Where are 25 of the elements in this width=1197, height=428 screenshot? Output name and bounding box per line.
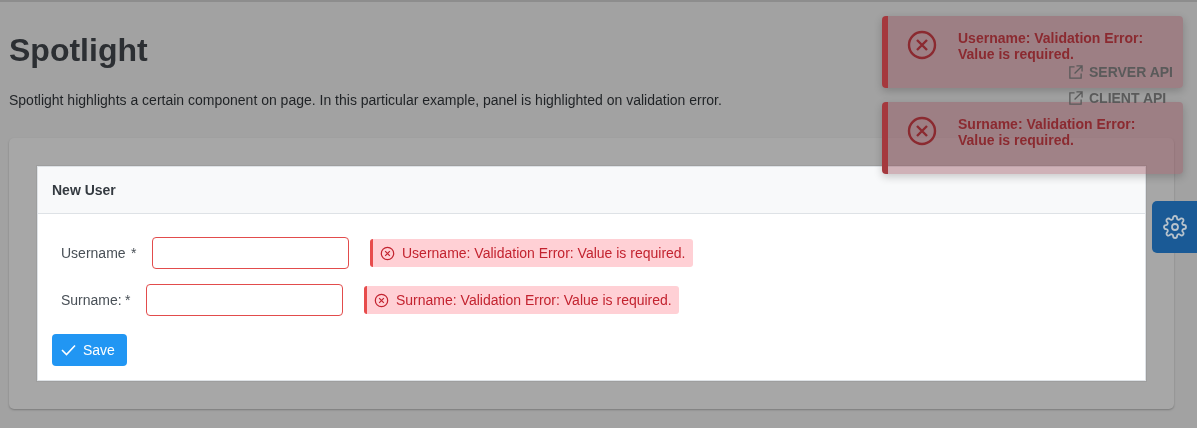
toast-text: Surname: Validation Error: Value is required.	[958, 116, 1137, 148]
settings-button[interactable]	[1152, 201, 1197, 253]
error-icon	[374, 292, 389, 308]
required-mark: *	[131, 245, 138, 261]
panel-title: New User	[52, 182, 116, 198]
save-button[interactable]: Save	[52, 334, 127, 366]
text-field[interactable]	[152, 237, 349, 269]
error-icon	[907, 30, 937, 60]
required-mark: *	[125, 292, 132, 308]
external-link-icon	[1067, 64, 1083, 80]
error-icon	[380, 245, 395, 261]
error-text: Username: Validation Error: Value is required.	[402, 245, 686, 261]
error-icon	[907, 116, 937, 146]
external-link-icon	[1067, 90, 1083, 106]
settings-icon	[1162, 215, 1187, 239]
page-title: Spotlight	[9, 32, 149, 69]
error-text: Surname: Validation Error: Value is required.	[396, 292, 672, 308]
toast-text: Username: Validation Error: Value is required.	[958, 30, 1145, 62]
field-label: Username	[61, 245, 125, 261]
field-label: Surname:	[61, 292, 119, 308]
page-description: Spotlight highlights a certain component on page. In this particular example, panel is highlighted on validation error.	[9, 92, 722, 108]
api-link[interactable]: SERVER API	[1067, 64, 1173, 80]
check-icon	[61, 344, 76, 356]
api-link[interactable]: CLIENT API	[1067, 90, 1173, 106]
text-field[interactable]	[146, 284, 343, 316]
